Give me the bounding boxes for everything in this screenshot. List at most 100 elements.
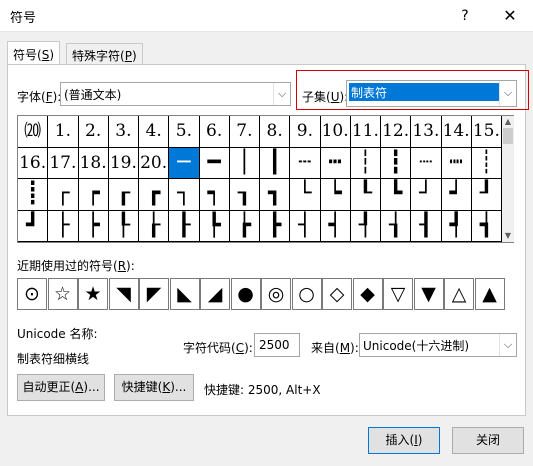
symbol-cell[interactable]: 16. [18,147,49,179]
symbol-cell[interactable]: ⒇ [18,116,49,148]
symbol-cell[interactable]: ┍ [78,179,109,211]
symbol-cell[interactable]: 5. [169,116,200,148]
close-icon[interactable]: ✕ [497,4,523,28]
symbol-cell[interactable]: ┆ [350,147,381,179]
recent-symbol-cell[interactable]: ☆ [47,278,78,310]
recent-symbol-cell[interactable]: ◥ [108,278,139,310]
scroll-thumb[interactable] [503,128,513,144]
symbol-cell[interactable]: ┡ [199,210,230,242]
symbol-cell[interactable]: ┏ [139,179,170,211]
symbol-cell[interactable]: ━ [199,147,230,179]
symbol-cell[interactable]: 19. [108,147,139,179]
from-select[interactable]: Unicode(十六进制) ⌵ [359,333,517,357]
symbol-cell[interactable]: ┨ [411,210,442,242]
recent-symbol-cell[interactable]: △ [444,278,474,310]
symbol-cell[interactable]: ┊ [471,147,502,179]
symbol-cell[interactable]: 3. [108,116,139,148]
recent-symbol-cell[interactable]: ◣ [169,278,200,310]
symbol-cell[interactable]: 20. [139,147,170,179]
symbol-grid[interactable]: ▲ ▼ ⒇ 1. 2. 3. 4. 5. 6. 7. 8. 9. 10. 11. 12. 13. 14. 15… [17,115,514,243]
symbol-cell[interactable]: ┩ [441,210,472,242]
tab-symbols[interactable]: 符号(S) [7,41,60,65]
shortcut-key-button[interactable]: 快捷键(K)... [114,374,194,401]
symbol-cell[interactable]: 17. [48,147,79,179]
symbol-cell[interactable]: ┧ [381,210,412,242]
symbol-cell[interactable]: 1. [48,116,79,148]
recent-symbol-cell[interactable]: ▲ [474,278,505,310]
symbol-cell[interactable]: 10. [320,116,351,148]
symbol-cell[interactable]: ┃ [260,147,291,179]
recent-symbol-cell[interactable]: ★ [78,278,108,310]
symbol-cell[interactable]: ┥ [320,210,351,242]
symbol-cell[interactable]: ┖ [350,179,381,211]
symbol-cell[interactable]: 15. [471,116,502,148]
symbol-cell[interactable]: ┚ [471,179,502,211]
symbol-cell[interactable]: ┪ [471,210,502,242]
recent-symbol-cell[interactable]: ● [230,278,261,310]
chevron-down-icon[interactable]: ⌵ [499,81,516,106]
close-button[interactable]: 关闭 [452,427,524,454]
recent-symbol-cell[interactable]: ◆ [352,278,383,310]
symbol-cell[interactable]: ┄ [290,147,321,179]
symbol-cell[interactable]: 12. [381,116,412,148]
symbol-cell[interactable]: ┛ [18,210,49,242]
symbol-cell[interactable]: ┗ [381,179,412,211]
chevron-down-icon[interactable]: ⌵ [273,83,290,105]
recent-symbol-cell[interactable]: ⊙ [17,278,47,310]
font-select[interactable]: (普通文本) ⌵ [60,82,291,106]
symbol-cell[interactable]: ├ [48,210,79,242]
symbol-cell[interactable]: ┈ [411,147,442,179]
symbol-cell[interactable]: 2. [78,116,109,148]
symbol-cell[interactable]: 18. [78,147,109,179]
recent-symbol-cell[interactable]: ▽ [383,278,413,310]
help-button[interactable]: ? [452,4,478,28]
symbol-cell[interactable]: ┢ [229,210,260,242]
autocorrect-button[interactable]: 自动更正(A)... [17,374,105,401]
recent-symbol-cell[interactable]: ○ [291,278,322,310]
symbol-cell[interactable]: ┤ [290,210,321,242]
symbol-cell[interactable]: ┑ [199,179,230,211]
symbol-cell[interactable]: 8. [260,116,291,148]
symbol-cell[interactable]: └ [290,179,321,211]
symbol-cell[interactable]: 6. [199,116,230,148]
symbol-cell[interactable]: ┘ [411,179,442,211]
symbol-cell[interactable]: ┝ [78,210,109,242]
chevron-down-icon[interactable]: ⌵ [499,334,516,356]
symbol-cell[interactable]: ┦ [350,210,381,242]
recent-symbol-cell[interactable]: ◎ [261,278,291,310]
symbol-cell[interactable]: ┎ [108,179,139,211]
symbol-cell[interactable]: ┇ [381,147,412,179]
symbol-cell[interactable]: ┞ [108,210,139,242]
symbol-cell[interactable]: ┌ [48,179,79,211]
recent-symbol-cell[interactable]: ◤ [139,278,169,310]
symbol-cell[interactable]: ┙ [441,179,472,211]
subset-select[interactable]: 制表符 ⌵ [346,80,517,107]
symbol-cell[interactable]: ┟ [139,210,170,242]
tab-special-chars[interactable]: 特殊字符(P) [66,43,143,65]
symbol-cell[interactable]: ─ [169,147,200,179]
symbol-cell[interactable]: 13. [411,116,442,148]
symbol-cell[interactable]: ┐ [169,179,200,211]
symbol-cell[interactable]: 11. [350,116,381,148]
scroll-down-icon[interactable]: ▼ [502,230,514,242]
symbol-cell[interactable]: 14. [441,116,472,148]
symbol-cell[interactable]: ┒ [229,179,260,211]
symbol-cell[interactable]: ┉ [441,147,472,179]
symbol-cell[interactable]: 7. [229,116,260,148]
grid-scrollbar[interactable]: ▲ ▼ [502,116,514,242]
scroll-up-icon[interactable]: ▲ [502,116,514,128]
symbol-cell[interactable]: ┅ [320,147,351,179]
symbol-cell[interactable]: ┕ [320,179,351,211]
symbol-cell[interactable]: ┓ [260,179,291,211]
recent-symbol-cell[interactable]: ◢ [200,278,230,310]
symbol-cell[interactable]: 4. [139,116,170,148]
symbol-cell[interactable]: ┋ [18,179,49,211]
symbol-cell[interactable]: │ [229,147,260,179]
symbol-cell[interactable]: ┣ [260,210,291,242]
symbol-cell[interactable]: 9. [290,116,321,148]
symbol-cell[interactable]: ┠ [169,210,200,242]
insert-button[interactable]: 插入(I) [368,427,440,454]
char-code-input[interactable]: 2500 [254,333,300,357]
recent-symbol-cell[interactable]: ◇ [322,278,352,310]
recent-symbol-cell[interactable]: ▼ [413,278,444,310]
